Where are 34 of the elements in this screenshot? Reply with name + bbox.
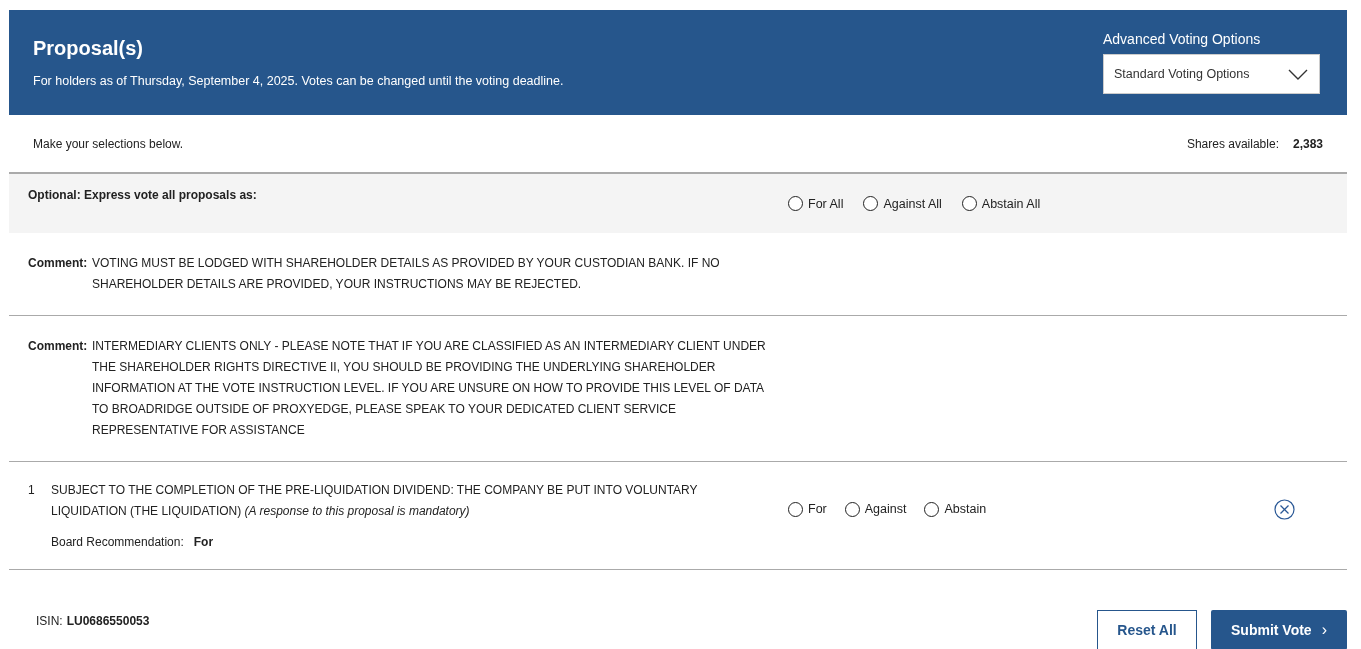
radio-option[interactable]: Against All (863, 196, 942, 211)
comment-label: Comment: (28, 255, 89, 272)
advanced-options-label: Advanced Voting Options (1103, 31, 1262, 47)
voting-options-dropdown[interactable]: Standard Voting Options (1103, 54, 1320, 94)
isin-value: LU0686550053 (66, 614, 150, 628)
recommendation-value: For (193, 534, 214, 551)
radio-circle[interactable] (844, 502, 860, 517)
recommendation-label: Board Recommendation: (51, 534, 184, 551)
express-vote-label: Optional: Express vote all proposals as: (28, 187, 258, 204)
shares-value: 2,383 (1292, 136, 1323, 151)
comment-text: VOTING MUST BE LODGED WITH SHAREHOLDER DETAILS AS PROVIDED BY YOUR CUSTODIAN BANK. IF NO SHAREHOLDER DETAILS ARE PROVIDED, YOUR INSTRUCTIONS MAY BE REJECTED. (92, 255, 721, 293)
radio-option[interactable]: For All (788, 196, 844, 211)
clear-icon[interactable] (1274, 499, 1295, 520)
proposal-text: SUBJECT TO THE COMPLETION OF THE PRE-LIQUIDATION DIVIDEND: THE COMPANY BE PUT INTO VOLUNTARY LIQUIDATION (THE LIQUIDATION) (A response to this proposal is mandatory) (51, 482, 699, 520)
chevron-down-icon (1288, 68, 1308, 80)
radio-circle[interactable] (961, 196, 977, 211)
radio-option[interactable]: Abstain All (961, 196, 1041, 211)
page-title: Proposal(s) (33, 37, 145, 60)
comment-label: Comment: (28, 338, 89, 355)
radio-option[interactable]: Abstain (924, 499, 987, 520)
radio-option[interactable]: For (788, 499, 827, 520)
radio-circle[interactable] (924, 502, 940, 517)
isin-label: ISIN: (36, 614, 63, 628)
radio-circle[interactable] (788, 502, 803, 517)
comment-text: INTERMEDIARY CLIENTS ONLY - PLEASE NOTE THAT IF YOU ARE CLASSIFIED AS AN INTERMEDIARY CLIENT UNDER THE SHAREHOLDER RIGHTS DIRECTIVE II, YOU SHOULD BE PROVIDING THE UNDERLYING SHAREHOLDER INFORMATION AT THE VOTE INSTRUCTION LEVEL. IF YOU ARE UNSURE ON HOW TO PROVIDE THIS LEVEL OF DATA TO BROADRIDGE OUTSIDE OF PROXYEDGE, PLEASE SPEAK TO YOUR DEDICATED CLIENT SERVICE REPRESENTATIVE FOR ASSISTANCE (92, 338, 767, 439)
shares-label: Shares available: (1186, 136, 1279, 151)
radio-circle[interactable] (863, 196, 879, 211)
radio-option[interactable]: Against (844, 499, 907, 520)
submit-vote-button[interactable]: Submit Vote › (1211, 610, 1347, 649)
reset-all-button[interactable]: Reset All (1097, 610, 1197, 649)
proposal-number: 1 (28, 482, 36, 499)
radio-circle[interactable] (788, 196, 803, 211)
intro-text: Make your selections below. (33, 136, 184, 151)
header-subtitle: For holders as of Thursday, September 4, 2025. Votes can be changed until the voting deadline. (33, 74, 564, 88)
